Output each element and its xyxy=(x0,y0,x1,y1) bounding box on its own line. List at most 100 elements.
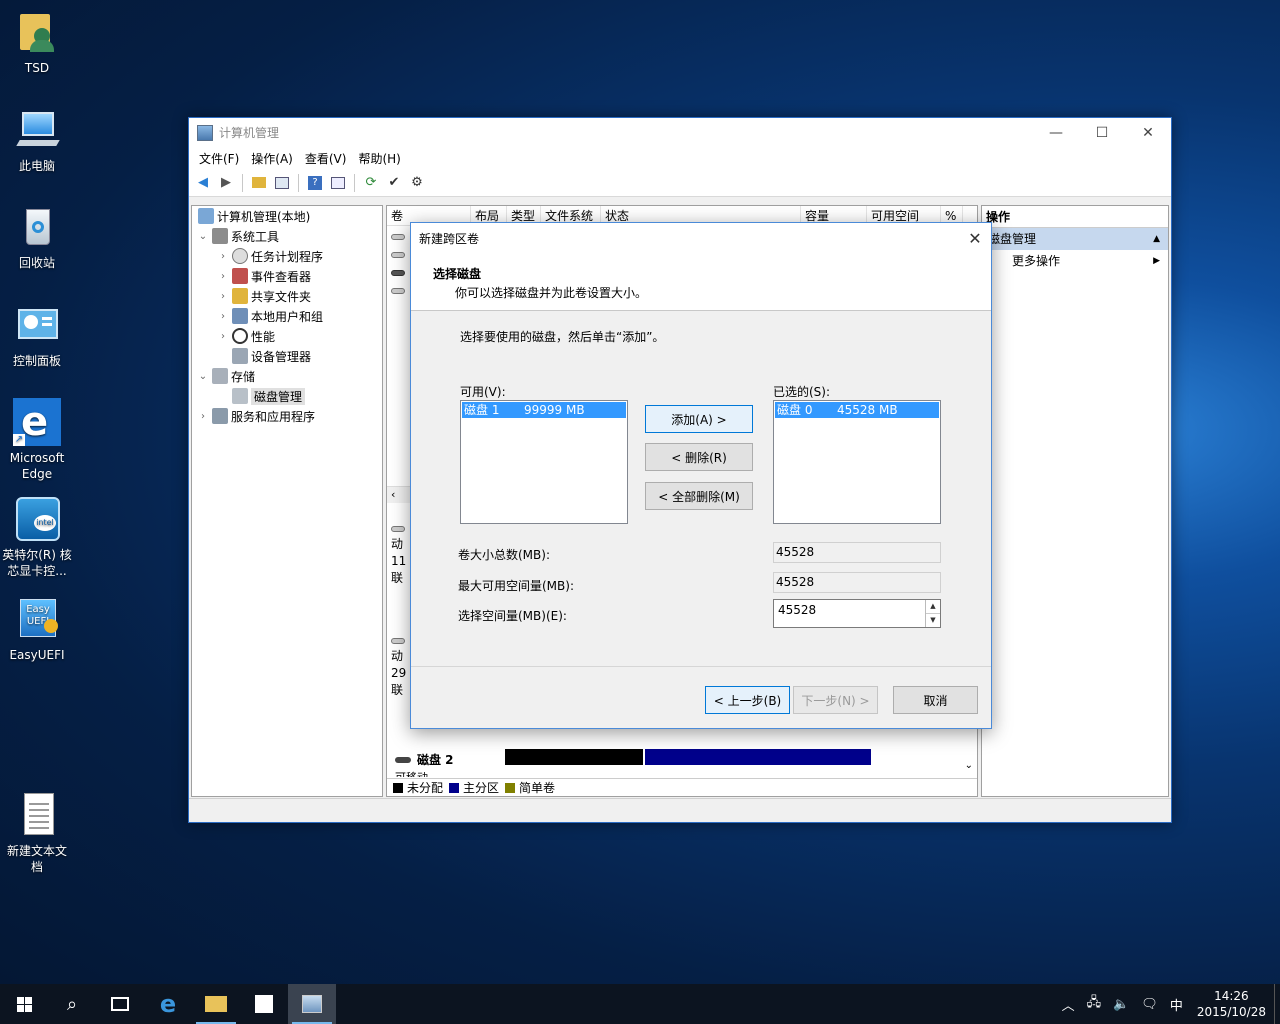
collapse-up-icon[interactable]: ▲ xyxy=(1153,228,1160,250)
minimize-button[interactable]: — xyxy=(1033,118,1079,147)
toolbar-separator xyxy=(298,173,299,192)
tree-item-label: 磁盘管理 xyxy=(251,387,306,405)
chevron-down-icon[interactable]: ⌄ xyxy=(196,231,210,242)
forward-icon[interactable]: ▶ xyxy=(216,173,236,193)
disk-row-line: 29 xyxy=(391,666,407,680)
dialog-title: 新建跨区卷 xyxy=(419,232,480,246)
back-button[interactable]: < 上一步(B) xyxy=(705,686,790,714)
maximize-icon: ☐ xyxy=(1095,124,1109,141)
select-space-input[interactable]: 45528 xyxy=(774,600,925,627)
vertical-scroll-down[interactable]: ⌄ xyxy=(965,760,973,771)
stepper-down-icon[interactable]: ▼ xyxy=(926,613,940,627)
next-button[interactable]: 下一步(N) > xyxy=(793,686,878,714)
tree-item-disk-management[interactable]: 磁盘管理 xyxy=(192,386,382,406)
remove-button[interactable]: < 删除(R) xyxy=(645,443,753,471)
disk-2-unallocated-bar[interactable] xyxy=(505,749,643,775)
tree-item-storage[interactable]: ⌄ 存储 xyxy=(192,366,382,386)
tree-item-root[interactable]: 计算机管理(本地) xyxy=(192,206,382,226)
chevron-right-icon[interactable]: › xyxy=(216,331,230,342)
desktop-icon-label: 控制面板 xyxy=(12,354,61,368)
disk-row-1[interactable]: 动 11 联 xyxy=(391,526,406,587)
scroll-left-icon[interactable]: ‹ xyxy=(391,488,395,501)
back-icon[interactable]: ◀ xyxy=(193,173,213,193)
desktop-icon-new-text-doc[interactable]: 新建文本文档 xyxy=(2,793,72,875)
window-titlebar[interactable]: 计算机管理 — ☐ ✕ xyxy=(189,118,1171,147)
taskbar-computer-management[interactable] xyxy=(288,984,336,1024)
taskbar-store[interactable] xyxy=(240,984,288,1024)
tree-item-event-viewer[interactable]: › 事件查看器 xyxy=(192,266,382,286)
up-folder-icon[interactable] xyxy=(249,173,269,193)
menu-file[interactable]: 文件(F) xyxy=(193,150,245,167)
menu-view[interactable]: 查看(V) xyxy=(299,150,353,167)
add-button[interactable]: 添加(A) > xyxy=(645,405,753,433)
desktop-icon-intel-graphics[interactable]: intel 英特尔(R) 核芯显卡控... xyxy=(2,497,72,579)
disk-2-primary-bar[interactable] xyxy=(645,749,871,775)
cancel-button[interactable]: 取消 xyxy=(893,686,978,714)
disk-2-label[interactable]: 磁盘 2 xyxy=(395,751,454,768)
performance-icon xyxy=(232,328,248,344)
close-button[interactable]: ✕ xyxy=(1125,118,1171,147)
desktop-icon-this-pc[interactable]: 此电脑 xyxy=(2,108,72,174)
desktop-icon-recycle-bin[interactable]: 回收站 xyxy=(2,205,72,271)
tree-item-services[interactable]: › 服务和应用程序 xyxy=(192,406,382,426)
desktop-icon-easyuefi[interactable]: Easy UEFI EasyUEFI xyxy=(2,597,72,663)
chevron-right-icon[interactable]: › xyxy=(216,311,230,322)
chevron-right-icon[interactable]: › xyxy=(196,411,210,422)
legend-primary: 主分区 xyxy=(463,781,500,795)
chevron-down-icon[interactable]: ⌄ xyxy=(196,371,210,382)
help-icon[interactable]: ? xyxy=(305,173,325,193)
available-disk-item[interactable]: 磁盘 1 99999 MB xyxy=(462,402,626,418)
select-space-stepper[interactable]: 45528 ▲ ▼ xyxy=(773,599,941,628)
show-hide-tree-icon[interactable] xyxy=(272,173,292,193)
maximize-button[interactable]: ☐ xyxy=(1079,118,1125,147)
disk-row-2[interactable]: 动 29 联 xyxy=(391,638,406,699)
tree-item-performance[interactable]: › 性能 xyxy=(192,326,382,346)
actions-section-disk-management[interactable]: 磁盘管理 ▲ xyxy=(982,228,1168,250)
task-view-button[interactable] xyxy=(96,984,144,1024)
disk-2-sublabel: 可移动 xyxy=(395,769,428,777)
chevron-right-icon[interactable]: › xyxy=(216,251,230,262)
toolbar: ◀ ▶ ? ⟳ ✔ ⚙ xyxy=(189,169,1171,197)
selected-disk-item[interactable]: 磁盘 0 45528 MB xyxy=(775,402,939,418)
chevron-right-icon[interactable]: › xyxy=(216,291,230,302)
show-hidden-icons-icon[interactable]: ︿ xyxy=(1062,995,1075,1014)
desktop-icon-control-panel[interactable]: 控制面板 xyxy=(2,303,72,369)
tree-item-device-manager[interactable]: 设备管理器 xyxy=(192,346,382,366)
actions-pane: 操作 磁盘管理 ▲ 更多操作 ▶ xyxy=(981,205,1169,797)
action-center-icon[interactable]: 🗨 xyxy=(1141,997,1158,1012)
tree-item-shared-folders[interactable]: › 共享文件夹 xyxy=(192,286,382,306)
taskbar-file-explorer[interactable] xyxy=(192,984,240,1024)
disk-size: 45528 MB xyxy=(837,403,898,417)
clock[interactable]: 14:26 2015/10/28 xyxy=(1197,988,1266,1020)
toolbar-separator xyxy=(354,173,355,192)
dialog-titlebar[interactable]: 新建跨区卷 ✕ xyxy=(411,223,991,254)
menu-action[interactable]: 操作(A) xyxy=(245,150,299,167)
refresh-icon[interactable]: ⟳ xyxy=(361,173,381,193)
volume-icon[interactable]: 🔈 xyxy=(1113,997,1129,1012)
desktop-icon-edge[interactable]: e ↗ Microsoft Edge xyxy=(2,398,72,482)
taskbar-edge[interactable]: e xyxy=(144,984,192,1024)
menu-help[interactable]: 帮助(H) xyxy=(352,150,406,167)
settings-icon[interactable]: ⚙ xyxy=(407,173,427,193)
tree-item-local-users[interactable]: › 本地用户和组 xyxy=(192,306,382,326)
show-desktop-button[interactable] xyxy=(1274,984,1280,1024)
total-size-label: 卷大小总数(MB): xyxy=(458,548,550,562)
remove-all-button[interactable]: < 全部删除(M) xyxy=(645,482,753,510)
ime-indicator[interactable]: 中 xyxy=(1170,995,1183,1014)
available-disks-list[interactable]: 磁盘 1 99999 MB xyxy=(460,400,628,524)
chevron-right-icon[interactable]: › xyxy=(216,271,230,282)
start-button[interactable] xyxy=(0,984,48,1024)
selected-disks-list[interactable]: 磁盘 0 45528 MB xyxy=(773,400,941,524)
search-button[interactable]: ⌕ xyxy=(48,984,96,1024)
desktop-icon-tsd[interactable]: TSD xyxy=(2,10,72,76)
actions-more[interactable]: 更多操作 ▶ xyxy=(982,250,1168,272)
dialog-close-icon[interactable]: ✕ xyxy=(959,229,991,248)
network-disconnected-icon[interactable]: 🖧 xyxy=(1087,993,1102,1015)
stepper-up-icon[interactable]: ▲ xyxy=(926,600,940,613)
legend-swatch-simple xyxy=(505,782,516,793)
tree-item-system-tools[interactable]: ⌄ 系统工具 xyxy=(192,226,382,246)
taskbar: ⌕ e ︿ 🖧 🔈 🗨 中 14:26 2015/10/28 xyxy=(0,984,1280,1024)
properties-icon[interactable] xyxy=(328,173,348,193)
check-icon[interactable]: ✔ xyxy=(384,173,404,193)
tree-item-task-scheduler[interactable]: › 任务计划程序 xyxy=(192,246,382,266)
